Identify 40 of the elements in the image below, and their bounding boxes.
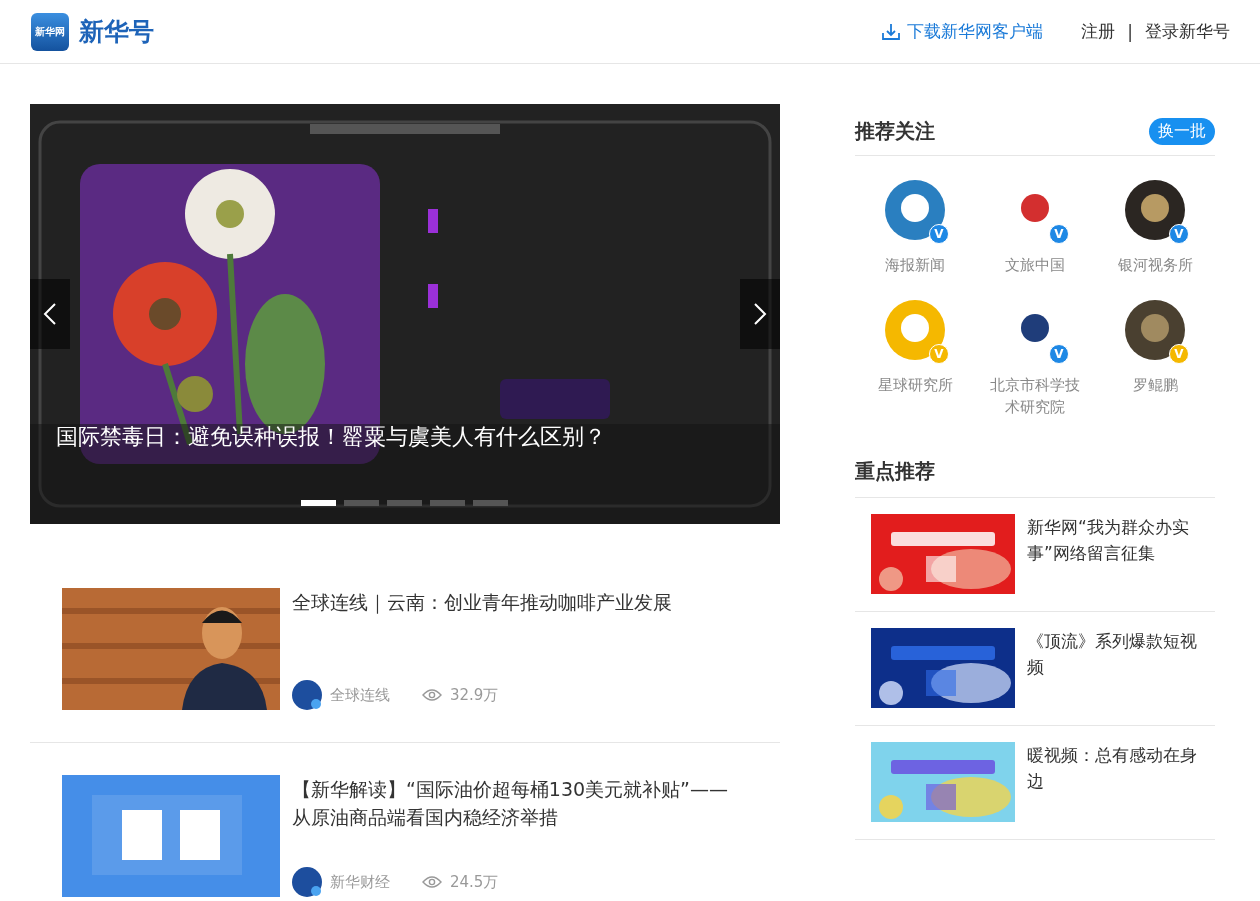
verified-badge: V xyxy=(929,224,949,244)
verified-badge: V xyxy=(929,344,949,364)
account-name[interactable]: 文旅中国 xyxy=(987,254,1083,276)
account-name[interactable]: 海报新闻 xyxy=(867,254,963,276)
account-name[interactable]: 星球研究所 xyxy=(867,374,963,396)
chevron-left-icon xyxy=(43,302,57,326)
separator: | xyxy=(1127,21,1133,42)
avatar-icon[interactable] xyxy=(1125,180,1185,240)
section-title: 推荐关注 xyxy=(855,118,935,145)
download-link[interactable]: 下载新华网客户端 xyxy=(880,20,1044,43)
verified-badge: V xyxy=(1049,344,1069,364)
source-name[interactable]: 全球连线 xyxy=(330,685,390,705)
verified-badge: V xyxy=(1169,344,1189,364)
source-name[interactable]: 新华财经 xyxy=(330,872,390,892)
logo-badge[interactable]: 新华网 xyxy=(31,12,69,51)
previous-button[interactable] xyxy=(30,279,70,349)
verified-badge: V xyxy=(1049,224,1069,244)
avatar-icon[interactable] xyxy=(1125,300,1185,360)
account-name[interactable]: 银河视务所 xyxy=(1107,254,1203,276)
eye-icon xyxy=(422,875,442,889)
source-avatar-icon xyxy=(292,867,322,897)
section-title: 重点推荐 xyxy=(855,459,935,483)
featured-title[interactable]: 《顶流》系列爆款短视频 xyxy=(1027,628,1202,708)
featured-title[interactable]: 新华网“我为群众办实事”网络留言征集 xyxy=(1027,514,1202,594)
news-title[interactable]: 全球连线｜云南：创业青年推动咖啡产业发展 xyxy=(292,588,780,616)
account-name[interactable]: 北京市科学技术研究院 xyxy=(987,374,1083,418)
view-count: 24.5万 xyxy=(450,872,499,892)
refresh-button[interactable]: 换一批 xyxy=(1149,118,1215,145)
brand-name: 新华号 xyxy=(79,16,154,48)
news-title[interactable]: 【新华解读】“国际油价超每桶130美元就补贴”——从原油商品端看国内稳经济举措 xyxy=(292,775,780,831)
source-avatar-icon xyxy=(292,680,322,710)
register-link[interactable]: 注册 xyxy=(1081,20,1116,43)
featured-title[interactable]: 暖视频：总有感动在身边 xyxy=(1027,742,1202,822)
view-count: 32.9万 xyxy=(450,685,499,705)
login-link[interactable]: 登录新华号 xyxy=(1145,20,1230,43)
account-name[interactable]: 罗鲲鹏 xyxy=(1107,374,1203,396)
eye-icon xyxy=(422,688,442,702)
next-button[interactable] xyxy=(740,279,780,349)
verified-badge: V xyxy=(1169,224,1189,244)
chevron-right-icon xyxy=(753,302,767,326)
